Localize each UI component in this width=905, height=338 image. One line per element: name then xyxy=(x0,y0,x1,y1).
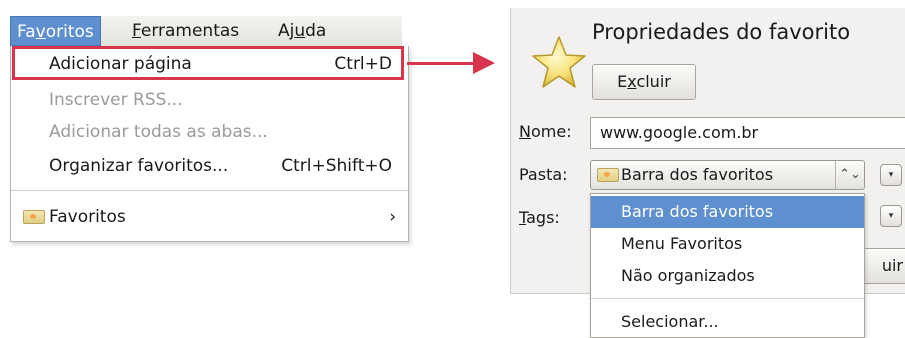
name-label: Nome: xyxy=(519,122,572,141)
name-label-accel: N xyxy=(519,122,531,141)
tags-label: Tags: xyxy=(519,208,560,227)
menu-item-shortcut: Ctrl+Shift+O xyxy=(281,156,392,176)
menu-item-label: Favoritos xyxy=(49,207,126,227)
folder-select[interactable]: Barra dos favoritos ⌃⌄ xyxy=(590,160,865,190)
pointer-arrow-line xyxy=(407,62,477,65)
folder-option-barra[interactable]: Barra dos favoritos xyxy=(591,196,864,228)
popup-separator xyxy=(591,298,864,299)
folder-icon xyxy=(597,168,619,182)
menu-ajuda-post: da xyxy=(305,21,327,41)
arrow-right-icon xyxy=(473,52,495,74)
menu-favoritos-post: oritos xyxy=(45,22,94,42)
menu-ajuda-pre: Aj xyxy=(278,21,295,41)
menubar: Favoritos Ferramentas Ajuda xyxy=(10,16,402,47)
menu-ferramentas-accel: F xyxy=(132,21,141,41)
folder-option-nao-organizados[interactable]: Não organizados xyxy=(591,260,864,292)
menu-item-inscrever-rss: Inscrever RSS... xyxy=(11,84,408,116)
menu-item-organizar-favoritos[interactable]: Organizar favoritos... Ctrl+Shift+O xyxy=(11,150,408,182)
menu-favoritos-accel: v xyxy=(35,22,46,42)
name-label-post: ome: xyxy=(530,122,572,141)
tags-label-post: ags: xyxy=(526,208,560,227)
folder-dropdown-list: Barra dos favoritos Menu Favoritos Não o… xyxy=(590,193,865,338)
menu-item-favoritos-submenu[interactable]: Favoritos › xyxy=(11,201,408,233)
menu-item-label: Inscrever RSS... xyxy=(49,90,183,110)
folder-select-value: Barra dos favoritos xyxy=(621,165,774,184)
folder-label: Pasta: xyxy=(519,165,568,184)
menu-favoritos-pre: Fa xyxy=(17,22,36,42)
star-icon xyxy=(532,36,586,88)
delete-button[interactable]: Excluir xyxy=(592,64,696,100)
folder-option-selecionar[interactable]: Selecionar... xyxy=(591,306,864,338)
folder-icon xyxy=(23,210,45,224)
delete-button-pre: E xyxy=(617,72,628,91)
menu-item-label: Adicionar todas as abas... xyxy=(49,122,268,142)
menu-item-label: Organizar favoritos... xyxy=(49,156,229,176)
menu-item-adicionar-todas-abas: Adicionar todas as abas... xyxy=(11,116,408,148)
folder-option-menu[interactable]: Menu Favoritos xyxy=(591,228,864,260)
expand-tags-button[interactable]: ▾ xyxy=(880,205,902,227)
delete-button-post: cluir xyxy=(636,72,671,91)
chevron-right-icon: › xyxy=(389,207,396,227)
menu-ajuda-accel: u xyxy=(294,21,306,41)
dialog-title: Propriedades do favorito xyxy=(592,20,851,44)
highlight-box xyxy=(12,46,404,80)
expand-folders-button[interactable]: ▾ xyxy=(880,164,902,186)
updown-icon: ⌃⌄ xyxy=(835,161,864,189)
menu-separator xyxy=(11,190,408,191)
menu-ferramentas-post: erramentas xyxy=(140,21,240,41)
menu-ferramentas[interactable]: Ferramentas xyxy=(126,16,245,46)
menu-favoritos[interactable]: Favoritos xyxy=(10,16,101,46)
menu-ajuda[interactable]: Ajuda xyxy=(272,16,332,46)
name-field[interactable]: www.google.com.br xyxy=(590,117,905,149)
